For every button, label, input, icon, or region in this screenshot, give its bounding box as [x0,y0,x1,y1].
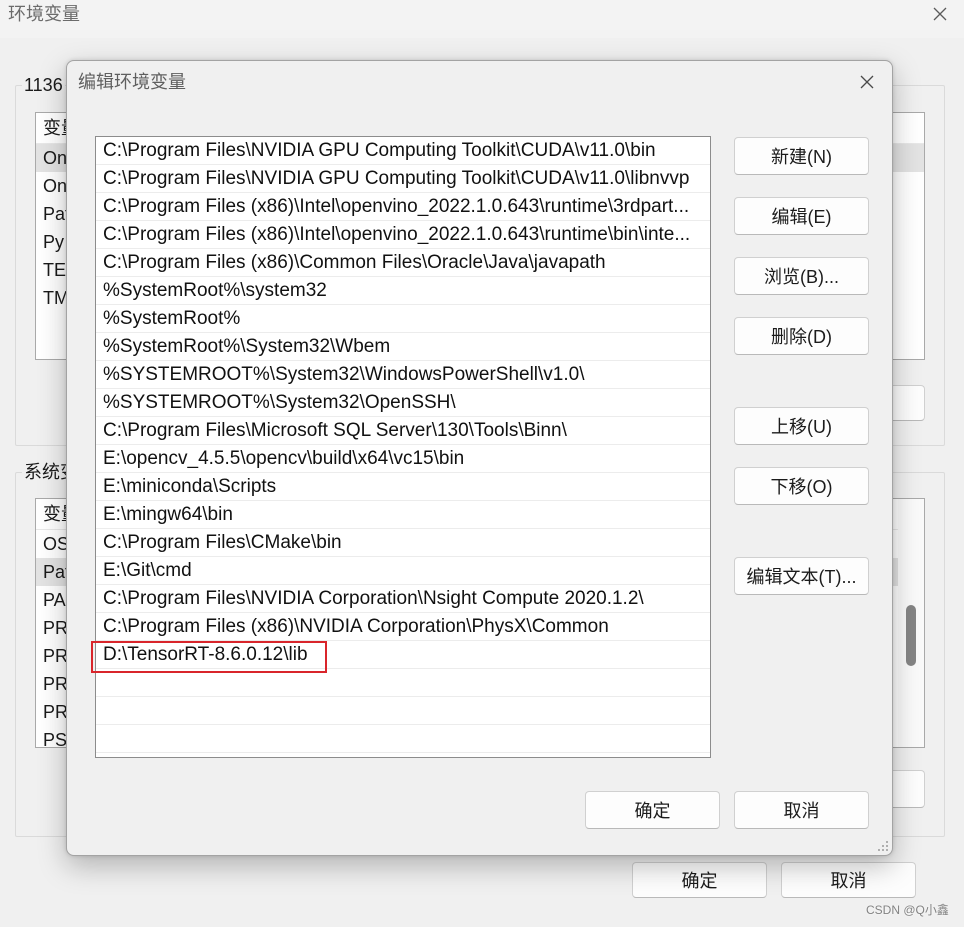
edit-button[interactable]: 编辑(E) [734,197,869,235]
path-entry[interactable]: C:\Program Files (x86)\Intel\openvino_20… [96,221,710,249]
delete-button[interactable]: 删除(D) [734,317,869,355]
scrollbar-thumb[interactable] [906,605,916,666]
system-vars-scrollbar[interactable] [898,499,924,747]
move-up-button[interactable]: 上移(U) [734,407,869,445]
env-window-titlebar [0,0,964,38]
path-entry[interactable]: C:\Program Files\NVIDIA GPU Computing To… [96,165,710,193]
path-entry[interactable]: C:\Program Files (x86)\Common Files\Orac… [96,249,710,277]
path-list-empty-row [96,697,710,725]
move-down-button[interactable]: 下移(O) [734,467,869,505]
dialog-cancel-button[interactable]: 取消 [734,791,869,829]
user-vars-group-label: 1136 [22,75,65,95]
path-entry[interactable]: E:\mingw64\bin [96,501,710,529]
resize-grip-icon[interactable] [877,840,889,852]
path-list-empty-row [96,725,710,753]
path-entry[interactable]: C:\Program Files\NVIDIA Corporation\Nsig… [96,585,710,613]
dialog-close-button[interactable] [852,69,882,95]
path-entry[interactable]: %SYSTEMROOT%\System32\WindowsPowerShell\… [96,361,710,389]
edit-env-dialog: 编辑环境变量 C:\Program Files\NVIDIA GPU Compu… [66,60,893,856]
dialog-ok-button[interactable]: 确定 [585,791,720,829]
env-window-title: 环境变量 [8,4,80,24]
path-list-empty-row [96,669,710,697]
path-entry[interactable]: C:\Program Files\NVIDIA GPU Computing To… [96,137,710,165]
highlight-annotation-box [91,641,327,673]
dialog-title: 编辑环境变量 [78,72,186,92]
screen: 环境变量 1136 变量 On On Pat Py TE TM 系统变 变量 O… [0,0,964,927]
path-entry[interactable]: E:\miniconda\Scripts [96,473,710,501]
path-entry[interactable]: E:\Git\cmd [96,557,710,585]
path-entry[interactable]: %SystemRoot% [96,305,710,333]
path-entry[interactable]: %SystemRoot%\System32\Wbem [96,333,710,361]
path-entry[interactable]: C:\Program Files\Microsoft SQL Server\13… [96,417,710,445]
path-entry[interactable]: %SYSTEMROOT%\System32\OpenSSH\ [96,389,710,417]
browse-button[interactable]: 浏览(B)... [734,257,869,295]
watermark: CSDN @Q小鑫 [866,903,949,917]
path-entry[interactable]: E:\opencv_4.5.5\opencv\build\x64\vc15\bi… [96,445,710,473]
close-icon [933,7,947,21]
path-entry[interactable]: C:\Program Files (x86)\NVIDIA Corporatio… [96,613,710,641]
new-button[interactable]: 新建(N) [734,137,869,175]
env-window-close-button[interactable] [925,1,955,27]
path-entry[interactable]: C:\Program Files (x86)\Intel\openvino_20… [96,193,710,221]
path-entry[interactable]: C:\Program Files\CMake\bin [96,529,710,557]
edit-text-button[interactable]: 编辑文本(T)... [734,557,869,595]
path-entry[interactable]: %SystemRoot%\system32 [96,277,710,305]
env-window-cancel-button[interactable]: 取消 [781,862,916,898]
env-window-ok-button[interactable]: 确定 [632,862,767,898]
close-icon [860,75,874,89]
